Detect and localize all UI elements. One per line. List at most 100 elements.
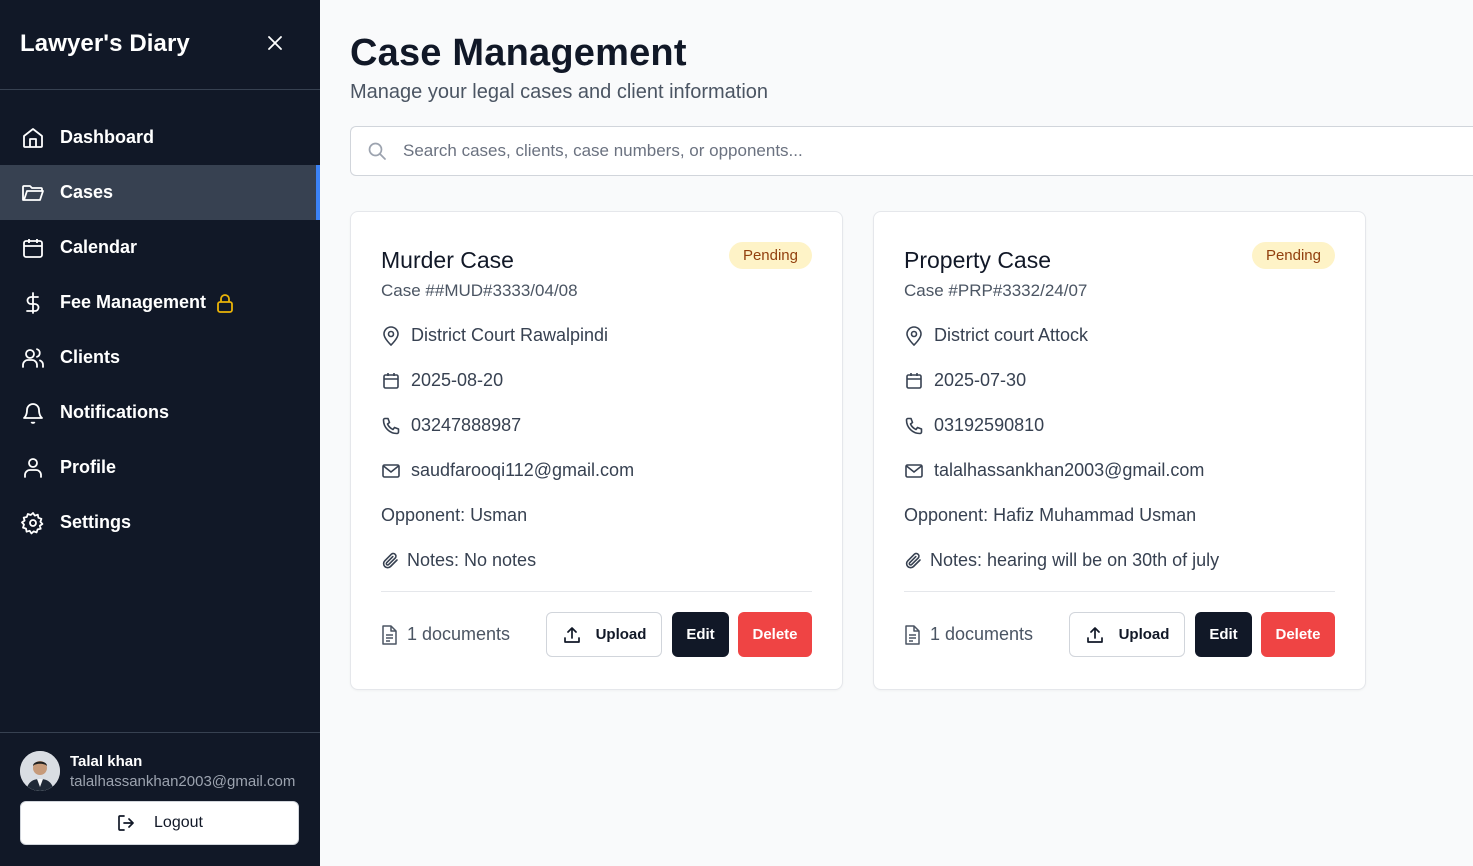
user-info: Talal khan talalhassankhan2003@gmail.com	[20, 751, 300, 791]
dollar-icon	[20, 290, 46, 316]
delete-button[interactable]: Delete	[1261, 612, 1335, 657]
page-subtitle: Manage your legal cases and client infor…	[350, 81, 769, 103]
sidebar-item-fee-management[interactable]: Fee Management	[0, 275, 320, 330]
sidebar-item-settings[interactable]: Settings	[0, 495, 320, 550]
sidebar-footer: Talal khan talalhassankhan2003@gmail.com…	[0, 732, 320, 866]
calendar-icon	[381, 372, 401, 390]
documents-count: 1 documents	[904, 624, 1069, 645]
date-text: 2025-08-20	[411, 370, 504, 390]
sidebar-item-dashboard[interactable]: Dashboard	[0, 110, 320, 165]
case-number: Case #PRP#3332/24/07	[904, 281, 1088, 300]
search-bar	[350, 126, 1473, 176]
email-text: talalhassankhan2003@gmail.com	[934, 460, 1205, 480]
phone-row: 03247888987	[381, 403, 812, 448]
lock-icon	[216, 293, 234, 313]
phone-icon	[904, 417, 924, 435]
upload-icon	[1085, 625, 1105, 645]
sidebar: Lawyer's Diary Dashboard Cases Calendar	[0, 0, 320, 866]
upload-button[interactable]: Upload	[1069, 612, 1185, 657]
case-card: Murder Case Pending Case ##MUD#3333/04/0…	[350, 211, 843, 690]
sidebar-item-label: Fee Management	[60, 292, 207, 312]
phone-text: 03247888987	[411, 415, 522, 435]
home-icon	[20, 125, 46, 151]
main-content: Case Management Manage your legal cases …	[350, 0, 1473, 690]
card-footer: 1 documents Upload Edit Delete	[904, 612, 1335, 657]
case-list: Murder Case Pending Case ##MUD#3333/04/0…	[350, 211, 1473, 690]
phone-icon	[381, 417, 401, 435]
file-icon	[904, 624, 920, 645]
date-row: 2025-08-20	[381, 358, 812, 403]
edit-button[interactable]: Edit	[1195, 612, 1252, 657]
gear-icon	[20, 510, 46, 536]
sidebar-item-cases[interactable]: Cases	[0, 165, 320, 220]
delete-button[interactable]: Delete	[738, 612, 812, 657]
documents-text: 1 documents	[407, 624, 511, 644]
notes-text: Notes: hearing will be on 30th of july	[930, 550, 1220, 570]
logout-label: Logout	[154, 814, 203, 831]
sidebar-item-label: Cases	[60, 182, 114, 202]
user-name: Talal khan	[70, 752, 143, 770]
upload-button[interactable]: Upload	[546, 612, 662, 657]
sidebar-item-label: Calendar	[60, 237, 138, 257]
mail-icon	[381, 463, 401, 479]
bell-icon	[20, 400, 46, 426]
notes-row: Notes: No notes	[381, 538, 812, 583]
email-row: talalhassankhan2003@gmail.com	[904, 448, 1335, 493]
sidebar-item-profile[interactable]: Profile	[0, 440, 320, 495]
search-input[interactable]	[403, 141, 1303, 161]
sidebar-item-label: Profile	[60, 457, 117, 477]
notes-row: Notes: hearing will be on 30th of july	[904, 538, 1335, 583]
email-text: saudfarooqi112@gmail.com	[411, 460, 635, 480]
email-row: saudfarooqi112@gmail.com	[381, 448, 812, 493]
divider	[381, 591, 812, 592]
documents-text: 1 documents	[930, 624, 1034, 644]
sidebar-item-clients[interactable]: Clients	[0, 330, 320, 385]
paperclip-icon	[381, 551, 401, 571]
close-icon[interactable]	[266, 34, 284, 52]
sidebar-item-notifications[interactable]: Notifications	[0, 385, 320, 440]
avatar[interactable]	[20, 751, 60, 791]
court-text: District court Attock	[934, 325, 1089, 345]
opponent-text: Opponent: Usman	[381, 505, 528, 525]
logout-button[interactable]: Logout	[20, 801, 299, 845]
user-email: talalhassankhan2003@gmail.com	[70, 772, 296, 790]
upload-label: Upload	[595, 626, 647, 643]
case-card: Property Case Pending Case #PRP#3332/24/…	[873, 211, 1366, 690]
status-badge: Pending	[728, 242, 812, 269]
sidebar-header: Lawyer's Diary	[0, 0, 320, 90]
card-footer: 1 documents Upload Edit Delete	[381, 612, 812, 657]
phone-row: 03192590810	[904, 403, 1335, 448]
folder-icon	[20, 180, 46, 206]
calendar-icon	[20, 235, 46, 261]
upload-label: Upload	[1118, 626, 1170, 643]
file-icon	[381, 624, 397, 645]
status-badge: Pending	[1251, 242, 1335, 269]
case-title: Murder Case	[381, 247, 514, 273]
map-pin-icon	[904, 325, 924, 346]
search-icon	[367, 141, 387, 161]
court-text: District Court Rawalpindi	[411, 325, 609, 345]
map-pin-icon	[381, 325, 401, 346]
sidebar-item-label: Dashboard	[60, 127, 155, 147]
court-row: District Court Rawalpindi	[381, 313, 812, 358]
sidebar-item-calendar[interactable]: Calendar	[0, 220, 320, 275]
documents-count: 1 documents	[381, 624, 546, 645]
app-title: Lawyer's Diary	[20, 29, 190, 57]
case-title: Property Case	[904, 247, 1052, 273]
sidebar-item-label: Settings	[60, 512, 132, 532]
upload-icon	[562, 625, 582, 645]
notes-text: Notes: No notes	[407, 550, 537, 570]
court-row: District court Attock	[904, 313, 1335, 358]
phone-text: 03192590810	[934, 415, 1045, 435]
calendar-icon	[904, 372, 924, 390]
sidebar-item-label: Notifications	[60, 402, 170, 422]
logout-icon	[116, 813, 136, 833]
users-icon	[20, 345, 46, 371]
divider	[904, 591, 1335, 592]
date-text: 2025-07-30	[934, 370, 1027, 390]
case-number: Case ##MUD#3333/04/08	[381, 281, 578, 300]
sidebar-item-label: Clients	[60, 347, 121, 367]
date-row: 2025-07-30	[904, 358, 1335, 403]
edit-button[interactable]: Edit	[672, 612, 729, 657]
mail-icon	[904, 463, 924, 479]
